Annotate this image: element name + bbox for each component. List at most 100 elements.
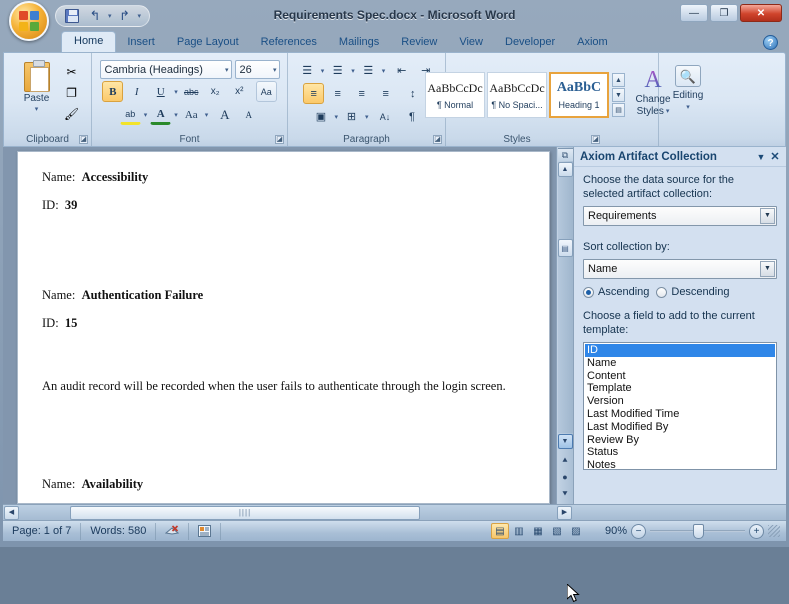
numbering-dropdown-icon[interactable]: ▾ — [351, 67, 355, 75]
field-item-status[interactable]: Status — [585, 446, 775, 459]
zoom-in-button[interactable]: + — [749, 523, 764, 539]
minimize-button[interactable]: — — [680, 4, 708, 22]
document-page[interactable]: Name: Accessibility ID: 39 Name: Authent… — [17, 151, 550, 504]
field-item-review-by[interactable]: Review By — [585, 434, 775, 447]
chevron-down-icon[interactable]: ▼ — [760, 208, 775, 224]
proofing-errors-icon[interactable] — [156, 522, 190, 540]
change-case-button[interactable]: Aa — [181, 104, 202, 125]
style-normal[interactable]: AaBbCcDc ¶ Normal — [425, 72, 485, 118]
select-browse-object-button[interactable]: ● — [558, 470, 573, 485]
decrease-indent-button[interactable]: ⇤ — [391, 60, 412, 81]
field-item-version[interactable]: Version — [585, 395, 775, 408]
view-print-layout-button[interactable]: ▤ — [491, 523, 509, 539]
font-name-combo[interactable]: Cambria (Headings) ▾ — [99, 60, 232, 79]
view-full-screen-reading-button[interactable]: ▥ — [510, 523, 528, 539]
field-item-last-modified-time[interactable]: Last Modified Time — [585, 408, 775, 421]
align-right-button[interactable]: ≡ — [351, 83, 372, 104]
numbering-button[interactable]: ☰ — [327, 60, 348, 81]
shading-button[interactable]: ▣ — [310, 106, 331, 127]
underline-dropdown-icon[interactable]: ▾ — [174, 88, 178, 96]
field-item-content[interactable]: Content — [585, 370, 775, 383]
font-color-dropdown-icon[interactable]: ▾ — [174, 111, 178, 119]
radio-ascending[interactable]: Ascending — [583, 286, 649, 298]
editing-button[interactable]: 🔍 Editing ▾ — [662, 60, 714, 126]
highlight-dropdown-icon[interactable]: ▾ — [144, 111, 148, 119]
align-center-button[interactable]: ≡ — [327, 83, 348, 104]
scroll-up-button[interactable]: ▲ — [557, 162, 573, 177]
style-heading-1[interactable]: AaBbC Heading 1 — [549, 72, 609, 118]
view-outline-button[interactable]: ▧ — [548, 523, 566, 539]
previous-page-button[interactable]: ⯅ — [558, 453, 573, 468]
line-spacing-button[interactable]: ↕ — [402, 83, 423, 104]
gallery-scroll-down-icon[interactable]: ▼ — [612, 88, 625, 102]
bullets-button[interactable]: ☰ — [297, 60, 318, 81]
style-no-spacing[interactable]: AaBbCcDc ¶ No Spaci... — [487, 72, 547, 118]
scroll-left-button[interactable]: ◀ — [4, 505, 19, 520]
field-item-name[interactable]: Name — [585, 357, 775, 370]
data-source-combo[interactable]: Requirements ▼ — [583, 206, 777, 226]
format-painter-icon[interactable]: 🖌 — [62, 105, 82, 123]
field-item-id[interactable]: ID — [585, 344, 775, 357]
paste-dropdown-icon[interactable]: ▾ — [35, 105, 39, 113]
document-area[interactable]: Name: Accessibility ID: 39 Name: Authent… — [3, 147, 556, 504]
status-page[interactable]: Page: 1 of 7 — [3, 522, 82, 540]
field-item-notes[interactable]: Notes — [585, 459, 775, 469]
font-dialog-launcher[interactable]: ◪ — [275, 135, 284, 144]
radio-descending[interactable]: Descending — [656, 286, 729, 298]
scroll-right-button[interactable]: ▶ — [557, 505, 572, 520]
multilevel-list-button[interactable]: ☰ — [358, 60, 379, 81]
zoom-slider-thumb[interactable] — [693, 523, 704, 539]
sort-field-combo[interactable]: Name ▼ — [583, 259, 777, 279]
tab-references[interactable]: References — [250, 32, 328, 52]
borders-button[interactable]: ⊞ — [341, 106, 362, 127]
vertical-scrollbar[interactable]: ⧉ ▲ ▤ ▼ ⯅ ● ⯆ — [556, 147, 573, 504]
maximize-button[interactable]: ❐ — [710, 4, 738, 22]
zoom-out-button[interactable]: − — [631, 523, 646, 539]
tab-axiom[interactable]: Axiom — [566, 32, 619, 52]
cut-icon[interactable]: ✂ — [62, 63, 82, 81]
task-pane-close-icon[interactable]: ✕ — [768, 150, 782, 164]
tab-home[interactable]: Home — [61, 31, 117, 52]
next-page-button[interactable]: ⯆ — [558, 487, 573, 502]
show-formatting-marks-button[interactable]: ¶ — [402, 106, 423, 127]
zoom-level[interactable]: 90% — [593, 525, 627, 537]
align-left-button[interactable]: ≡ — [303, 83, 325, 104]
view-web-layout-button[interactable]: ▦ — [529, 523, 547, 539]
borders-dropdown-icon[interactable]: ▾ — [365, 113, 369, 121]
resize-grip[interactable] — [768, 525, 780, 537]
field-item-last-modified-by[interactable]: Last Modified By — [585, 421, 775, 434]
tab-mailings[interactable]: Mailings — [328, 32, 390, 52]
split-window-icon[interactable]: ⧉ — [557, 148, 573, 161]
gallery-scroll-up-icon[interactable]: ▲ — [612, 73, 625, 87]
status-words[interactable]: Words: 580 — [81, 522, 157, 540]
styles-dialog-launcher[interactable]: ◪ — [591, 135, 600, 144]
font-size-combo[interactable]: 26 ▾ — [234, 60, 280, 79]
strikethrough-button[interactable]: abc — [181, 81, 202, 102]
multilevel-dropdown-icon[interactable]: ▾ — [382, 67, 386, 75]
subscript-button[interactable]: x₂ — [205, 81, 226, 102]
bullets-dropdown-icon[interactable]: ▾ — [321, 67, 325, 75]
copy-icon[interactable]: ❐ — [62, 84, 82, 102]
font-color-button[interactable]: A — [150, 104, 172, 125]
bold-button[interactable]: B — [102, 81, 124, 102]
paragraph-dialog-launcher[interactable]: ◪ — [433, 135, 442, 144]
vertical-scroll-thumb[interactable]: ▤ — [557, 239, 573, 257]
task-pane-menu-icon[interactable]: ▼ — [754, 150, 768, 164]
editing-dropdown-icon[interactable]: ▾ — [686, 102, 690, 113]
help-icon[interactable]: ? — [763, 35, 778, 50]
tab-review[interactable]: Review — [390, 32, 448, 52]
language-icon[interactable] — [189, 522, 222, 540]
close-button[interactable]: ✕ — [740, 4, 782, 22]
view-draft-button[interactable]: ▨ — [567, 523, 585, 539]
tab-view[interactable]: View — [448, 32, 494, 52]
tab-insert[interactable]: Insert — [116, 32, 166, 52]
zoom-slider[interactable] — [650, 523, 745, 539]
paste-button[interactable]: Paste ▾ — [14, 58, 60, 124]
field-item-template[interactable]: Template — [585, 382, 775, 395]
shading-dropdown-icon[interactable]: ▾ — [334, 113, 338, 121]
superscript-button[interactable]: x² — [229, 81, 250, 102]
justify-button[interactable]: ≡ — [375, 83, 396, 104]
change-case-dropdown-icon[interactable]: ▾ — [205, 111, 209, 119]
horizontal-scroll-track[interactable]: |||| — [20, 505, 556, 520]
chevron-down-icon[interactable]: ▼ — [760, 261, 775, 277]
